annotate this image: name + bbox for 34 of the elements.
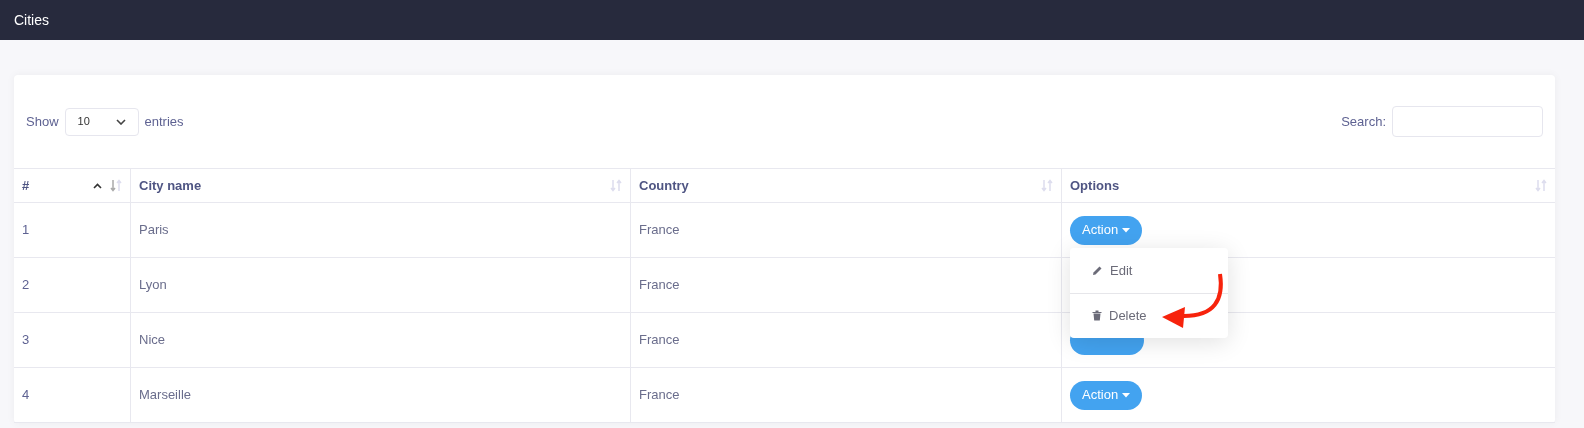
column-header[interactable]: City name — [131, 169, 631, 202]
page-title: Cities — [14, 10, 49, 30]
menu-item[interactable]: Edit — [1092, 260, 1133, 280]
table-cell: 3 — [14, 313, 131, 367]
sort-icon — [610, 179, 622, 192]
sort-up-icon — [93, 182, 102, 189]
caret-icon — [1122, 227, 1131, 233]
table-cell: France — [631, 203, 1062, 257]
column-header[interactable]: Country — [631, 169, 1062, 202]
trash-icon — [1092, 310, 1102, 322]
table-cell: France — [631, 313, 1062, 367]
search-field[interactable] — [1392, 106, 1543, 137]
search-label: Search: — [1341, 112, 1386, 131]
table-cell: France — [631, 258, 1062, 312]
entries-label: entries — [144, 112, 184, 131]
column-header[interactable]: # — [14, 169, 131, 202]
menu-item[interactable]: Delete — [1092, 306, 1147, 326]
entries-select[interactable]: 10 — [64, 107, 139, 136]
chevron-down-icon — [115, 118, 126, 125]
table-cell: 1 — [14, 203, 131, 257]
table-cell: 4 — [14, 368, 131, 422]
table-cell: Nice — [131, 313, 631, 367]
pencil-icon — [1092, 264, 1103, 276]
table-cell: 2 — [14, 258, 131, 312]
table-cell: Lyon — [131, 258, 631, 312]
sort-icon — [110, 179, 122, 192]
table-cell: Marseille — [131, 368, 631, 422]
caret-icon — [1122, 392, 1131, 398]
table-cell: Paris — [131, 203, 631, 257]
sort-icon — [1041, 179, 1053, 192]
show-label: Show — [26, 112, 59, 131]
sort-icon — [1535, 179, 1547, 192]
column-header[interactable]: Options — [1062, 169, 1555, 202]
table-cell: France — [631, 368, 1062, 422]
